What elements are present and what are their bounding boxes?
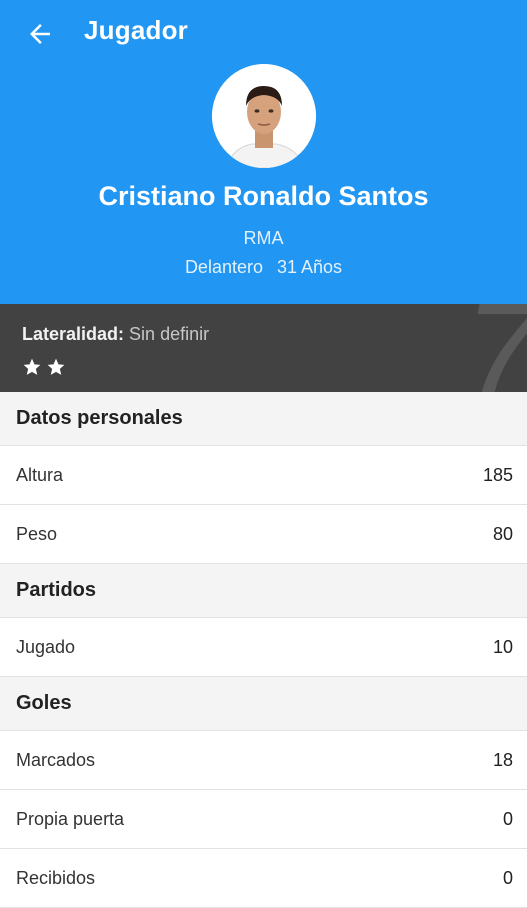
row-label: Peso <box>16 523 58 544</box>
row-label: Jugado <box>16 636 76 657</box>
star-icon <box>47 358 65 375</box>
player-age: 31 Años <box>276 257 343 277</box>
row-label: Propia puerta <box>16 808 125 829</box>
player-team: RMA <box>243 228 284 248</box>
app-bar: Jugador <box>0 0 527 64</box>
row-value: 10 <box>492 636 513 657</box>
row-label: Altura <box>16 464 64 485</box>
row-value: 0 <box>502 808 513 829</box>
player-photo <box>212 64 316 168</box>
list-item-conceded: Recibidos 0 <box>0 849 527 908</box>
page-title: Jugador <box>84 15 188 45</box>
row-label: Recibidos <box>16 867 96 888</box>
laterality-value: Sin definir <box>129 324 210 344</box>
row-value: 0 <box>502 867 513 888</box>
player-name: Cristiano Ronaldo Santos <box>98 181 429 211</box>
row-value: 185 <box>482 464 513 485</box>
list-item-own-goals: Propia puerta 0 <box>0 790 527 849</box>
laterality: Lateralidad: Sin definir <box>22 324 209 345</box>
player-stats-list: Datos personales Altura 185 Peso 80 Part… <box>0 392 527 908</box>
shirt-number: 7 <box>463 304 527 392</box>
list-item-weight: Peso 80 <box>0 505 527 564</box>
row-value: 80 <box>492 523 513 544</box>
laterality-label: Lateralidad: <box>22 324 125 344</box>
arrow-left-icon <box>30 24 50 44</box>
row-label: Marcados <box>16 749 96 770</box>
position-age-line: Delantero 31 Años <box>0 257 527 278</box>
section-personal-data: Datos personales <box>0 392 527 446</box>
section-matches: Partidos <box>0 564 527 618</box>
list-item-height: Altura 185 <box>0 446 527 505</box>
player-position: Delantero <box>184 257 263 277</box>
player-avatar <box>212 64 316 168</box>
star-icon <box>23 358 41 375</box>
player-info-band: 7 Lateralidad: Sin definir <box>0 304 527 392</box>
list-item-scored: Marcados 18 <box>0 731 527 790</box>
player-header: Jugador Cristiano Ronaldo Santos RMA Del… <box>0 0 527 304</box>
list-item-played: Jugado 10 <box>0 618 527 677</box>
row-value: 18 <box>492 749 513 770</box>
rating-stars <box>22 357 66 377</box>
back-button[interactable] <box>22 16 58 52</box>
section-goals: Goles <box>0 677 527 731</box>
